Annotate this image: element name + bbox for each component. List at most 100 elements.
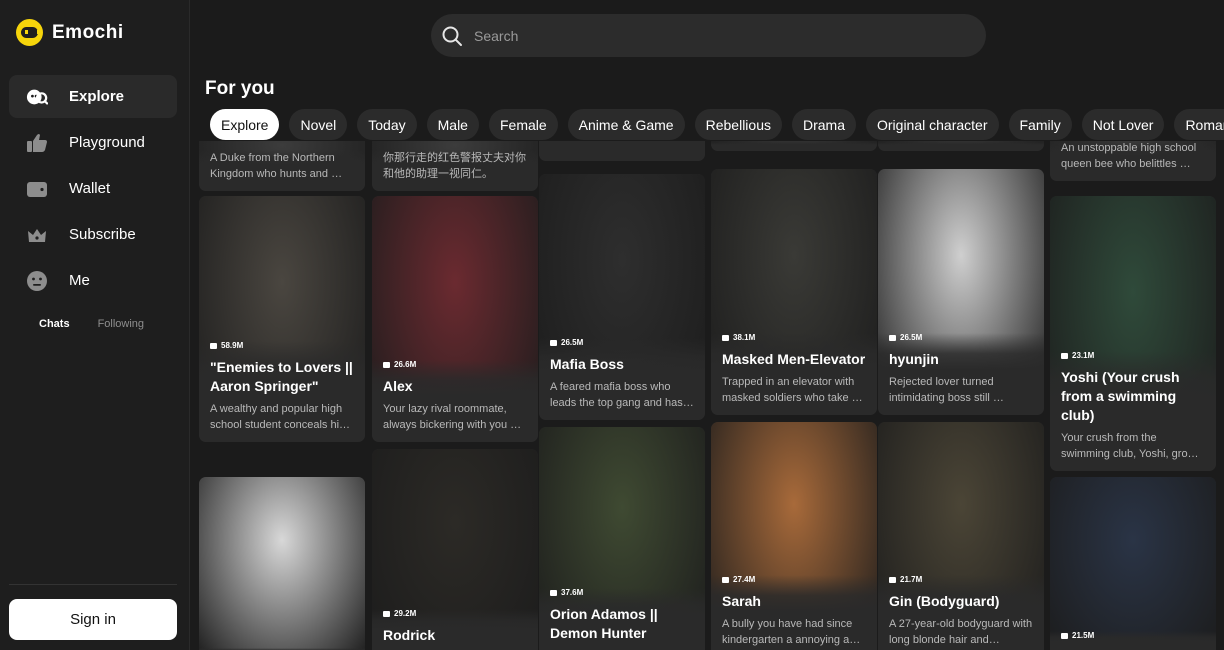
chat-count-value: 26.5M	[561, 338, 584, 347]
sidebar-subtabs: Chats Following	[39, 318, 144, 330]
card-info: 23.1M Yoshi (Your crush from a swimming c…	[1050, 351, 1216, 471]
nav-item-playground[interactable]: Playground	[9, 121, 177, 164]
character-description: An unstoppable high school queen bee who…	[1061, 142, 1197, 170]
chip-family[interactable]: Family	[1008, 109, 1072, 140]
card-chat-count: 26.5M	[889, 333, 1034, 342]
chip-anime-game[interactable]: Anime & Game	[567, 109, 685, 140]
explore-icon	[26, 86, 48, 108]
nav-item-subscribe[interactable]: Subscribe	[9, 213, 177, 256]
logo[interactable]: Emochi	[16, 19, 124, 46]
character-card[interactable]	[711, 141, 877, 151]
chip-romance[interactable]: Romance	[1174, 109, 1224, 140]
card-chat-count: 27.4M	[722, 575, 867, 584]
character-name: Masked Men-Elevator	[722, 351, 866, 367]
chat-bubble-icon	[889, 576, 896, 583]
character-card[interactable]: 26.5M hyunjin Rejected lover turned intimi…	[878, 169, 1044, 415]
chip-original-character[interactable]: Original character	[866, 109, 999, 140]
character-card[interactable]: 23.1M Yoshi (Your crush from a swimming c…	[1050, 196, 1216, 471]
character-name: Gin (Bodyguard)	[889, 593, 1000, 609]
chat-bubble-icon	[210, 342, 217, 349]
chip-explore[interactable]: Explore	[210, 109, 280, 140]
character-description: A Duke from the Northern Kingdom who hun…	[210, 152, 343, 180]
character-card[interactable]: 26.5M Mafia Boss A feared mafia boss who l…	[539, 174, 705, 420]
character-description: can't keep his hands off yo…	[550, 141, 695, 152]
card-chat-count: 38.1M	[722, 333, 867, 342]
search-input[interactable]	[474, 27, 954, 44]
character-name: Mafia Boss	[550, 356, 624, 372]
nav-item-me[interactable]: Me	[9, 259, 177, 302]
sidebar-divider	[9, 584, 177, 585]
nav-item-explore[interactable]: Explore	[9, 75, 177, 118]
chat-count-value: 23.1M	[1072, 351, 1095, 360]
card-info: can't keep his hands off yo…	[539, 141, 705, 161]
character-name: Orion Adamos || Demon Hunter	[550, 606, 658, 641]
search-bar[interactable]	[431, 14, 986, 57]
card-info: 26.5M Mafia Boss A feared mafia boss who l…	[539, 338, 705, 420]
nav-label-subscribe: Subscribe	[69, 226, 136, 243]
card-chat-count: 26.5M	[550, 338, 695, 347]
card-info: 26.5M hyunjin Rejected lover turned intimi…	[878, 333, 1044, 415]
face-icon	[26, 270, 48, 292]
chip-female[interactable]: Female	[488, 109, 558, 140]
card-info: 26.6M Alex Your lazy rival roommate, alway…	[372, 360, 538, 442]
nav-label-explore: Explore	[69, 88, 125, 105]
card-chat-count: 29.2M	[383, 609, 528, 618]
character-description: A wealthy and popular high school studen…	[210, 403, 351, 431]
chip-rebellious[interactable]: Rebellious	[694, 109, 782, 140]
chat-count-value: 21.5M	[1072, 631, 1095, 640]
character-card[interactable]: 你那行走的红色警报丈夫对你和他的助理一视同仁。	[372, 141, 538, 191]
card-chat-count: 23.1M	[1061, 351, 1206, 360]
character-description: 你那行走的红色警报丈夫对你和他的助理一视同仁。	[383, 152, 526, 180]
card-info: 你那行走的红色警报丈夫对你和他的助理一视同仁。	[372, 150, 538, 191]
section-title: For you	[205, 78, 275, 99]
character-card[interactable]: 26.6M Alex Your lazy rival roommate, alway…	[372, 196, 538, 442]
chip-novel[interactable]: Novel	[289, 109, 348, 140]
character-card[interactable]: 37.6M Orion Adamos || Demon Hunter	[539, 427, 705, 650]
character-card[interactable]: 27.4M Sarah A bully you have had since kin…	[711, 422, 877, 650]
character-name: Sarah	[722, 593, 761, 609]
card-chat-count: 37.6M	[550, 588, 695, 597]
character-card[interactable]: can't keep his hands off yo…	[539, 141, 705, 161]
chip-male[interactable]: Male	[426, 109, 479, 140]
card-chat-count: 21.5M	[1061, 631, 1206, 640]
character-card[interactable]	[878, 141, 1044, 151]
chat-count-value: 26.5M	[900, 333, 923, 342]
sign-in-button[interactable]: Sign in	[9, 599, 177, 640]
chip-drama[interactable]: Drama	[791, 109, 856, 140]
character-grid: A Duke from the Northern Kingdom who hun…	[199, 141, 1224, 650]
card-info: 29.2M Rodrick	[372, 609, 538, 650]
character-name: "Enemies to Lovers || Aaron Springer"	[210, 359, 353, 394]
subtab-chats[interactable]: Chats	[39, 318, 70, 330]
card-info: 21.7M Gin (Bodyguard) A 27-year-old bodygu…	[878, 575, 1044, 650]
crown-icon	[26, 224, 48, 246]
character-description: A 27-year-old bodyguard with long blonde…	[889, 618, 1033, 646]
card-chat-count: 26.6M	[383, 360, 528, 369]
chip-not-lover[interactable]: Not Lover	[1081, 109, 1165, 140]
card-chat-count: 21.7M	[889, 575, 1034, 584]
character-card[interactable]: 21.5M	[1050, 477, 1216, 650]
chip-today[interactable]: Today	[357, 109, 417, 140]
character-card[interactable]: 58.9M "Enemies to Lovers || Aaron Springe…	[199, 196, 365, 442]
app-name: Emochi	[52, 21, 124, 43]
card-info: 27.4M Sarah A bully you have had since kin…	[711, 575, 877, 650]
chat-bubble-icon	[550, 589, 557, 596]
character-card[interactable]: 38.1M Masked Men-Elevator Trapped in an el…	[711, 169, 877, 415]
card-info	[878, 142, 1044, 151]
character-portrait	[199, 477, 365, 650]
character-card[interactable]	[199, 477, 365, 650]
nav-item-wallet[interactable]: Wallet	[9, 167, 177, 210]
nav-label-wallet: Wallet	[69, 180, 111, 197]
chat-count-value: 58.9M	[221, 341, 244, 350]
card-info: 58.9M "Enemies to Lovers || Aaron Springe…	[199, 341, 365, 442]
app-root: Emochi Explore Playground Wallet Subscri…	[0, 0, 1224, 650]
character-card[interactable]: A Duke from the Northern Kingdom who hun…	[199, 141, 365, 191]
chat-count-value: 27.4M	[733, 575, 756, 584]
character-card[interactable]: An unstoppable high school queen bee who…	[1050, 141, 1216, 181]
sidebar: Emochi Explore Playground Wallet Subscri…	[0, 0, 190, 650]
character-card[interactable]: 29.2M Rodrick	[372, 449, 538, 650]
character-name: hyunjin	[889, 351, 939, 367]
nav-label-playground: Playground	[69, 134, 145, 151]
character-card[interactable]: 21.7M Gin (Bodyguard) A 27-year-old bodygu…	[878, 422, 1044, 650]
chat-bubble-icon	[722, 334, 729, 341]
subtab-following[interactable]: Following	[98, 318, 144, 330]
